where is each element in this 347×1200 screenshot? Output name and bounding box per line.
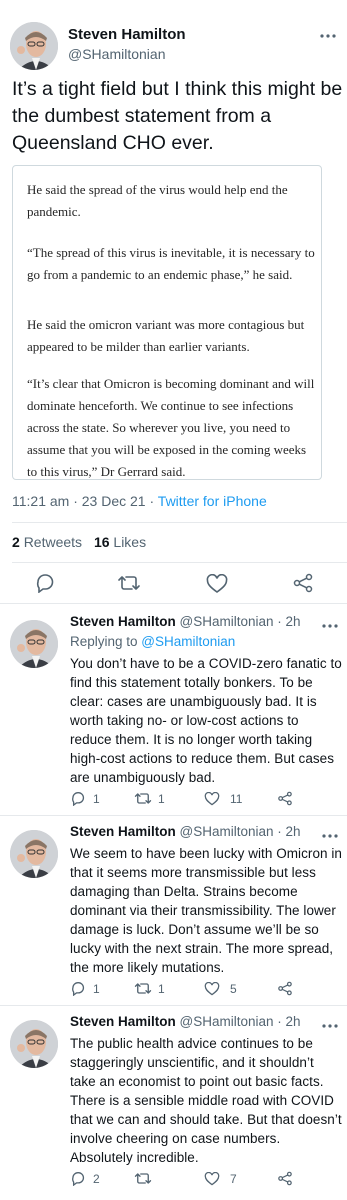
engagement-stats: 2 Retweets 16 Likes (12, 534, 146, 550)
avatar[interactable] (10, 830, 58, 878)
avatar[interactable] (10, 620, 58, 668)
comment-icon[interactable] (70, 981, 86, 1001)
tweet-text: It’s a tight field but I think this migh… (12, 78, 343, 154)
reply-header: Steven Hamilton @SHamiltonian · 2h (70, 824, 301, 839)
share-icon[interactable] (292, 573, 314, 598)
comment-icon[interactable] (70, 1171, 86, 1191)
quote-paragraph: He said the omicron variant was more con… (27, 317, 305, 354)
like-icon[interactable] (204, 791, 220, 811)
reply-text: The public health advice continues to be… (70, 1036, 342, 1165)
timestamp[interactable]: 11:21 am · 23 Dec 21 · (12, 493, 158, 509)
quote-paragraph: He said the spread of the virus would he… (27, 182, 288, 219)
share-icon[interactable] (277, 1171, 293, 1191)
reply-header: Steven Hamilton @SHamiltonian · 2h (70, 1014, 301, 1029)
like-count: 11 (230, 792, 243, 806)
like-count: 7 (230, 1172, 237, 1186)
author-handle[interactable]: @SHamiltonian · 2h (180, 824, 301, 839)
author-name[interactable]: Steven Hamilton (70, 1014, 176, 1029)
retweet-icon[interactable] (134, 981, 152, 1001)
comment-icon[interactable] (34, 573, 56, 598)
reply-count: 1 (93, 792, 100, 806)
avatar[interactable] (10, 1020, 58, 1068)
retweet-icon[interactable] (117, 573, 141, 598)
like-count: 5 (230, 982, 237, 996)
author-name[interactable]: Steven Hamilton (70, 824, 176, 839)
divider (12, 522, 347, 523)
divider (12, 562, 347, 563)
comment-icon[interactable] (70, 791, 86, 811)
replying-to-handle[interactable]: @SHamiltonian (141, 634, 235, 649)
more-icon[interactable] (320, 618, 340, 636)
like-icon[interactable] (206, 573, 228, 599)
retweet-count: 1 (158, 982, 165, 996)
retweet-icon[interactable] (134, 1171, 152, 1191)
retweets-count[interactable]: 2 (12, 534, 20, 550)
more-icon[interactable] (318, 28, 338, 38)
like-icon[interactable] (204, 1171, 220, 1191)
author-name[interactable]: Steven Hamilton (68, 26, 186, 43)
divider (0, 815, 347, 816)
source-link[interactable]: Twitter for iPhone (158, 493, 267, 509)
author-name[interactable]: Steven Hamilton (70, 614, 176, 629)
author-handle[interactable]: @SHamiltonian (68, 46, 165, 62)
quote-paragraph: “The spread of this virus is inevitable,… (27, 245, 315, 282)
replying-to: Replying to @SHamiltonian (70, 634, 236, 649)
retweet-icon[interactable] (134, 791, 152, 811)
timestamp-line: 11:21 am · 23 Dec 21 · Twitter for iPhon… (12, 493, 267, 509)
like-icon[interactable] (204, 981, 220, 1001)
reply-count: 2 (93, 1172, 100, 1186)
share-icon[interactable] (277, 791, 293, 811)
retweets-label[interactable]: Retweets (24, 534, 82, 550)
likes-count[interactable]: 16 (94, 534, 110, 550)
avatar[interactable] (10, 22, 58, 70)
author-handle[interactable]: @SHamiltonian · 2h (180, 614, 301, 629)
author-handle[interactable]: @SHamiltonian · 2h (180, 1014, 301, 1029)
reply-count: 1 (93, 982, 100, 996)
reply-text: We seem to have been lucky with Omicron … (70, 846, 342, 975)
divider (0, 1005, 347, 1006)
quote-paragraph: “It’s clear that Omicron is becoming dom… (27, 376, 315, 479)
likes-label[interactable]: Likes (113, 534, 146, 550)
reply-text: You don’t have to be a COVID-zero fanati… (70, 656, 342, 785)
quoted-article-image[interactable]: He said the spread of the virus would he… (12, 165, 322, 480)
share-icon[interactable] (277, 981, 293, 1001)
retweet-count: 1 (158, 792, 165, 806)
divider (0, 603, 347, 604)
reply-header: Steven Hamilton @SHamiltonian · 2h (70, 614, 301, 629)
